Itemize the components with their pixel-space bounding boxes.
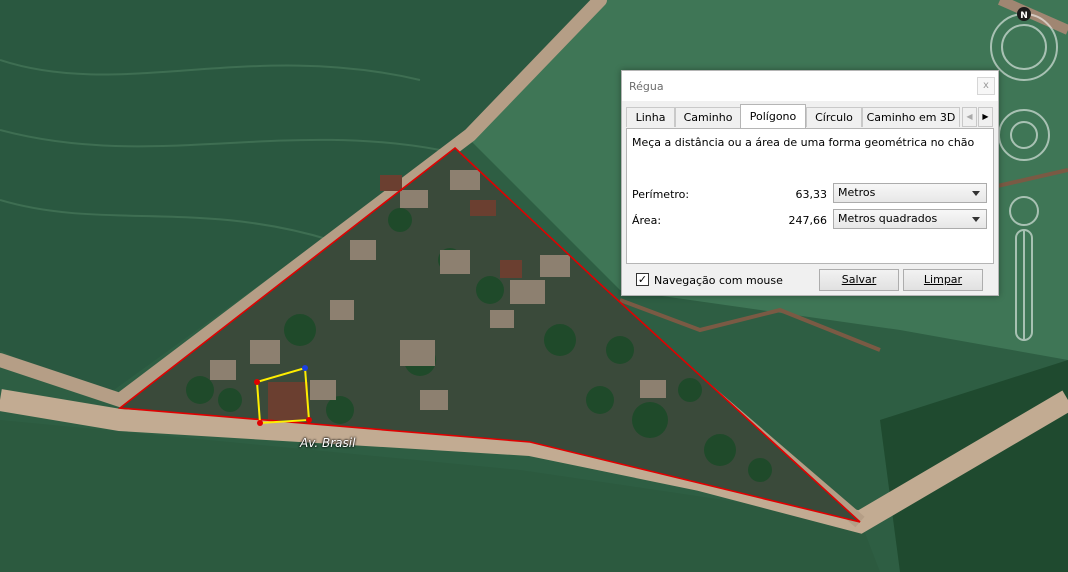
area-unit-select[interactable]: Metros quadrados [833,209,987,229]
vertex-handle [302,365,308,371]
perimeter-unit-value: Metros [838,186,876,199]
mouse-navigation-label[interactable]: Navegação com mouse [654,274,783,287]
close-button[interactable]: x [977,77,995,95]
tab-scroll-left-icon[interactable]: ◀ [962,107,977,127]
tab-scroll-right-icon[interactable]: ▶ [978,107,993,127]
tab-circulo[interactable]: Círculo [806,107,862,127]
panel-description: Meça a distância ou a área de uma forma … [632,136,975,149]
mouse-navigation-checkbox[interactable]: ✓ [636,273,649,286]
save-button[interactable]: Salvar [819,269,899,291]
compass-label: N [1020,11,1028,21]
tab-bar: Linha Caminho Polígono Círculo Caminho e… [626,104,998,128]
vertex-handle [306,417,312,423]
vertex-handle [257,420,263,426]
area-unit-value: Metros quadrados [838,212,938,225]
chevron-down-icon [972,217,980,222]
clear-button[interactable]: Limpar [903,269,983,291]
chevron-down-icon [972,191,980,196]
polygon-panel: Meça a distância ou a área de uma forma … [626,128,994,264]
ruler-dialog: Régua x Linha Caminho Polígono Círculo C… [621,70,999,296]
perimeter-label: Perímetro: [632,188,690,201]
dialog-titlebar[interactable]: Régua x [622,71,998,101]
vertex-handle [254,379,260,385]
tab-caminho-3d[interactable]: Caminho em 3D [862,107,960,127]
perimeter-unit-select[interactable]: Metros [833,183,987,203]
save-button-label: Salvar [841,273,877,286]
dialog-title: Régua [629,80,664,93]
road-label: Av. Brasil [300,436,356,450]
tab-linha[interactable]: Linha [626,107,675,127]
clear-button-label: Limpar [923,273,963,286]
area-value: 247,66 [788,214,828,227]
tab-caminho[interactable]: Caminho [675,107,741,127]
tab-poligono[interactable]: Polígono [740,104,806,128]
perimeter-value: 63,33 [795,188,828,201]
area-label: Área: [632,214,662,227]
